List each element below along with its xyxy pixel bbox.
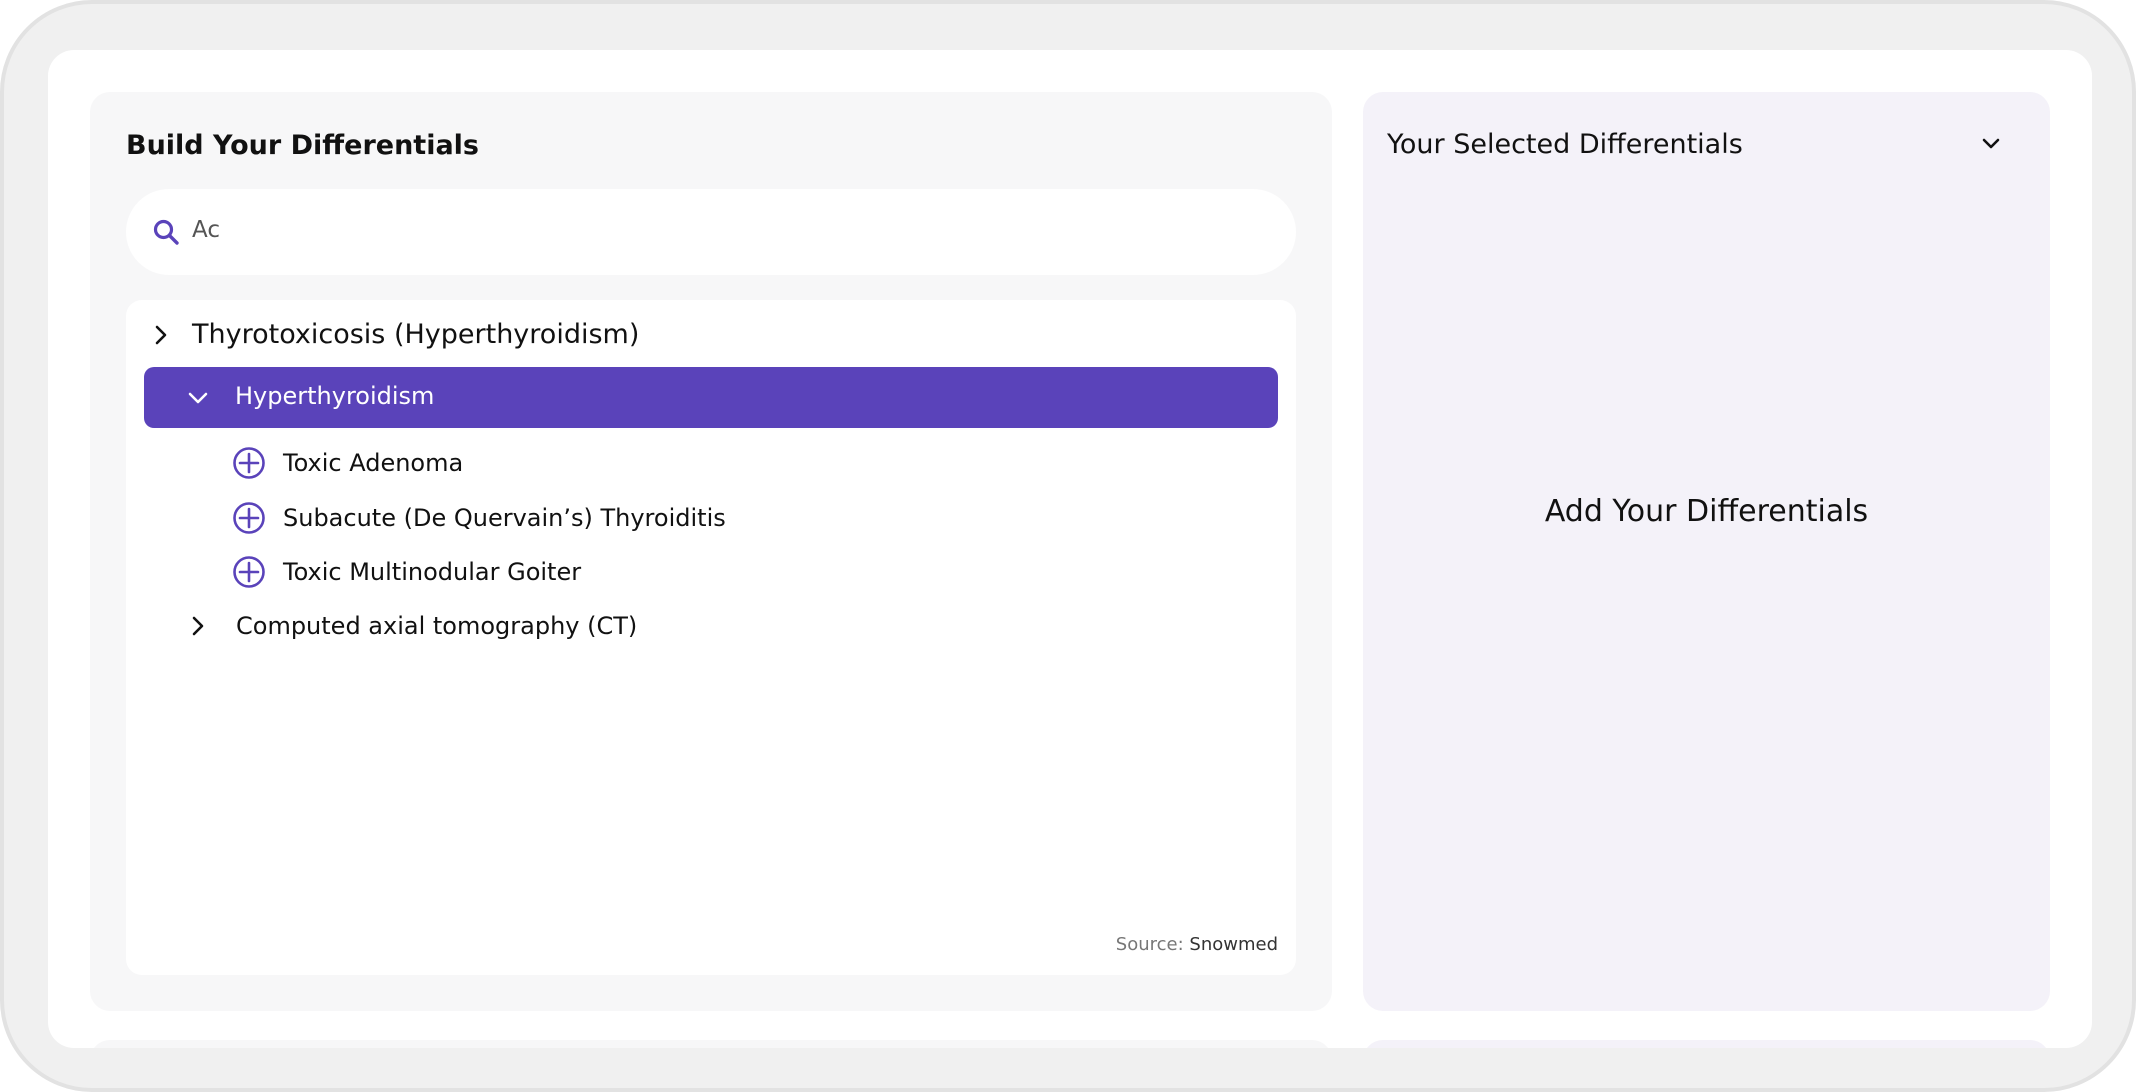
selected-differentials-panel: Your Selected Differentials Add Your Dif… — [1363, 92, 2050, 1011]
tree-item-label: Computed axial tomography (CT) — [236, 612, 638, 640]
device-frame: Build Your Differentials Thyrotoxicosis … — [0, 0, 2136, 1092]
chevron-down-icon[interactable] — [187, 387, 209, 409]
tree-item-hyperthyroidism-selected[interactable]: Hyperthyroidism — [144, 367, 1278, 428]
tree-child-item[interactable]: Subacute (De Quervain’s) Thyroiditis — [126, 494, 1296, 540]
tree-item-thyrotoxicosis[interactable]: Thyrotoxicosis (Hyperthyroidism) — [126, 300, 1296, 364]
build-panel-title: Build Your Differentials — [126, 130, 480, 161]
add-circle-icon[interactable] — [232, 446, 266, 480]
search-icon — [153, 219, 179, 245]
add-circle-icon[interactable] — [232, 555, 266, 589]
chevron-right-icon[interactable] — [150, 324, 172, 346]
source-label: Source: — [1115, 934, 1184, 955]
empty-state-message: Add Your Differentials — [1544, 494, 1869, 529]
tree-child-label: Toxic Multinodular Goiter — [283, 558, 582, 586]
differentials-tree: Thyrotoxicosis (Hyperthyroidism) Hyperth… — [126, 300, 1296, 975]
tree-item-ct[interactable]: Computed axial tomography (CT) — [126, 603, 1296, 649]
search-input[interactable] — [192, 217, 1192, 243]
tree-child-label: Subacute (De Quervain’s) Thyroiditis — [283, 504, 726, 532]
chevron-down-icon[interactable] — [1979, 132, 2003, 156]
search-bar[interactable] — [126, 189, 1296, 275]
tree-child-item[interactable]: Toxic Multinodular Goiter — [126, 549, 1296, 595]
source-attribution: Source: Snowmed — [1116, 934, 1278, 955]
selected-panel-title: Your Selected Differentials — [1387, 129, 1743, 160]
add-circle-icon[interactable] — [232, 501, 266, 535]
app-screen: Build Your Differentials Thyrotoxicosis … — [48, 50, 2092, 1048]
next-section-left-stub — [90, 1040, 1332, 1048]
tree-item-label: Thyrotoxicosis (Hyperthyroidism) — [192, 319, 640, 350]
tree-item-label: Hyperthyroidism — [235, 382, 435, 410]
build-differentials-panel: Build Your Differentials Thyrotoxicosis … — [90, 92, 1332, 1011]
tree-child-label: Toxic Adenoma — [283, 449, 464, 477]
tree-child-item[interactable]: Toxic Adenoma — [126, 440, 1296, 486]
next-section-right-stub — [1363, 1040, 2050, 1048]
source-name: Snowmed — [1189, 934, 1278, 955]
chevron-right-icon[interactable] — [187, 615, 209, 637]
